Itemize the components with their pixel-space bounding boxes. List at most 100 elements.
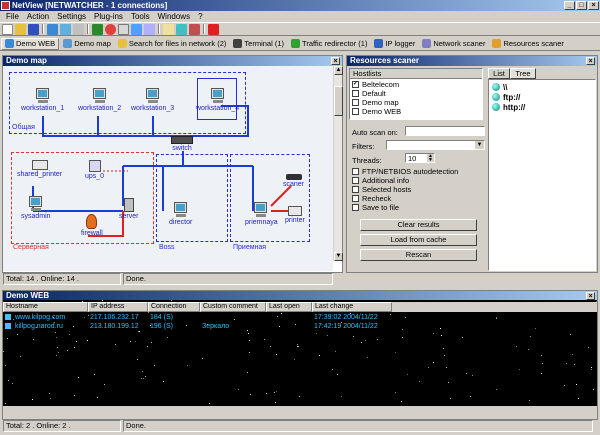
tab-network-scaner[interactable]: Network scaner	[419, 38, 488, 50]
chevron-down-icon[interactable]: ▼	[475, 141, 484, 149]
menu-tools[interactable]: Tools	[127, 11, 154, 22]
hostlists-list[interactable]: Hostlists ✓ Beltelecom Default Demo map D…	[349, 68, 483, 120]
resource-tree[interactable]: \\ ftp:// http://	[488, 79, 596, 271]
tab-ip-logger[interactable]: IP logger	[371, 38, 418, 50]
tab-resources-scaner[interactable]: Resources scaner	[489, 38, 566, 50]
close-button[interactable]: ×	[588, 1, 599, 10]
checkbox[interactable]	[352, 186, 359, 193]
node-firewall[interactable]: firewall	[81, 214, 103, 237]
load-from-cache-button[interactable]: Load from cache	[360, 234, 477, 246]
rescan-button[interactable]: Rescan	[360, 249, 477, 261]
column-comment[interactable]: Custom comment	[200, 302, 266, 312]
menu-file[interactable]: File	[2, 11, 23, 22]
stop-icon[interactable]	[105, 23, 116, 35]
column-last-change[interactable]: Last change	[312, 302, 392, 312]
clear-results-button[interactable]: Clear results	[360, 219, 477, 231]
checkbox[interactable]	[352, 90, 359, 97]
tab-terminal[interactable]: Terminal (1)	[230, 38, 287, 50]
spin-icon[interactable]: ▲ ▼	[427, 154, 434, 163]
close-icon[interactable]: ×	[331, 57, 340, 65]
menu-settings[interactable]: Settings	[53, 11, 90, 22]
node-scaner[interactable]: scaner	[283, 174, 304, 188]
node-sysadmin[interactable]: sysadmin	[21, 196, 51, 220]
column-last-open[interactable]: Last open	[266, 302, 312, 312]
close-icon[interactable]: ×	[586, 292, 595, 300]
settings-icon[interactable]	[73, 23, 84, 35]
tab-traffic-redirector[interactable]: Traffic redirector (1)	[288, 38, 370, 50]
tree-item-ftp[interactable]: ftp://	[492, 92, 592, 102]
auto-scan-input[interactable]	[405, 126, 485, 136]
node-workstation-2[interactable]: workstation_2	[78, 88, 121, 112]
option-additional-info[interactable]: Additional info	[352, 176, 486, 185]
tree-item-http[interactable]: http://	[492, 102, 592, 112]
option-recheck[interactable]: Recheck	[352, 194, 486, 203]
exit-icon[interactable]	[208, 23, 219, 35]
menu-plugins[interactable]: Plug-ins	[90, 11, 127, 22]
info-icon[interactable]	[131, 23, 142, 35]
column-connection[interactable]: Connection	[148, 302, 200, 312]
tab-tree[interactable]: Tree	[510, 68, 536, 79]
tree-item-netbios[interactable]: \\	[492, 82, 592, 92]
globe-icon	[492, 93, 500, 101]
new-icon[interactable]	[2, 23, 13, 35]
checkbox[interactable]	[352, 108, 359, 115]
node-workstation-4[interactable]: workstation_4	[196, 88, 239, 112]
menu-windows[interactable]: Windows	[154, 11, 194, 22]
node-printer[interactable]: printer	[285, 206, 305, 224]
print-icon[interactable]	[118, 23, 129, 35]
tab-demo-web[interactable]: Demo WEB	[1, 37, 60, 50]
checkbox[interactable]: ✓	[352, 81, 359, 88]
menu-help[interactable]: ?	[194, 11, 206, 22]
maximize-button[interactable]: □	[576, 1, 587, 10]
checkbox[interactable]	[352, 177, 359, 184]
scroll-thumb[interactable]	[334, 86, 343, 116]
minimize-button[interactable]: _	[564, 1, 575, 10]
menu-action[interactable]: Action	[23, 11, 53, 22]
node-director[interactable]: director	[169, 202, 192, 226]
alert-icon[interactable]	[189, 23, 200, 35]
node-switch[interactable]: switch	[171, 136, 193, 152]
tab-search-files[interactable]: Search for files in network (2)	[115, 38, 230, 50]
star	[247, 372, 248, 373]
hostlist-item[interactable]: Default	[352, 89, 480, 98]
column-hostname[interactable]: Hostname	[3, 302, 88, 312]
checkbox[interactable]	[352, 168, 359, 175]
hostlist-item[interactable]: Demo WEB	[352, 107, 480, 116]
option-save-to-file[interactable]: Save to file	[352, 203, 486, 212]
node-workstation-3[interactable]: workstation_3	[131, 88, 174, 112]
node-workstation-1[interactable]: workstation_1	[21, 88, 64, 112]
tab-demo-map[interactable]: Demo map	[60, 38, 114, 50]
star	[542, 363, 543, 364]
network-map-canvas[interactable]: Общая Серверная Boss Приемная workstatio…	[3, 66, 333, 271]
node-ups[interactable]: ups_0	[85, 160, 104, 180]
connect-icon[interactable]	[60, 23, 71, 35]
star	[332, 369, 333, 370]
hostlist-item[interactable]: Demo map	[352, 98, 480, 107]
chat-icon[interactable]	[176, 23, 187, 35]
close-icon[interactable]: ×	[586, 57, 595, 65]
find-icon[interactable]	[144, 23, 155, 35]
log-icon[interactable]	[163, 23, 174, 35]
checkbox[interactable]	[352, 195, 359, 202]
hostlist-item[interactable]: ✓ Beltelecom	[352, 80, 480, 89]
refresh-icon[interactable]	[92, 23, 103, 35]
checkbox[interactable]	[352, 99, 359, 106]
option-selected-hosts[interactable]: Selected hosts	[352, 185, 486, 194]
threads-stepper[interactable]: 10 ▲ ▼	[405, 153, 435, 163]
checkbox[interactable]	[352, 204, 359, 211]
scroll-down-icon[interactable]: ▼	[334, 252, 343, 261]
tab-list[interactable]: List	[488, 68, 510, 79]
column-ip[interactable]: IP address	[88, 302, 148, 312]
node-priemnaya[interactable]: priemnaya	[245, 202, 278, 226]
open-folder-icon[interactable]	[15, 23, 26, 35]
table-row[interactable]: www.kilpog.com 217.106.232.17 184 (S) 17…	[3, 313, 597, 322]
map-scrollbar[interactable]: ▲ ▼	[333, 66, 343, 261]
network-icon[interactable]	[47, 23, 58, 35]
option-ftp-netbios[interactable]: FTP/NETBIOS autodetection	[352, 167, 486, 176]
table-row[interactable]: killpog.narod.ru 213.180.199.12 196 (S) …	[3, 322, 597, 331]
scroll-up-icon[interactable]: ▲	[334, 66, 343, 75]
filters-select[interactable]: ▼	[386, 140, 485, 150]
save-icon[interactable]	[28, 23, 39, 35]
node-server[interactable]: server	[119, 198, 138, 220]
node-shared-printer[interactable]: shared_printer	[17, 160, 62, 178]
